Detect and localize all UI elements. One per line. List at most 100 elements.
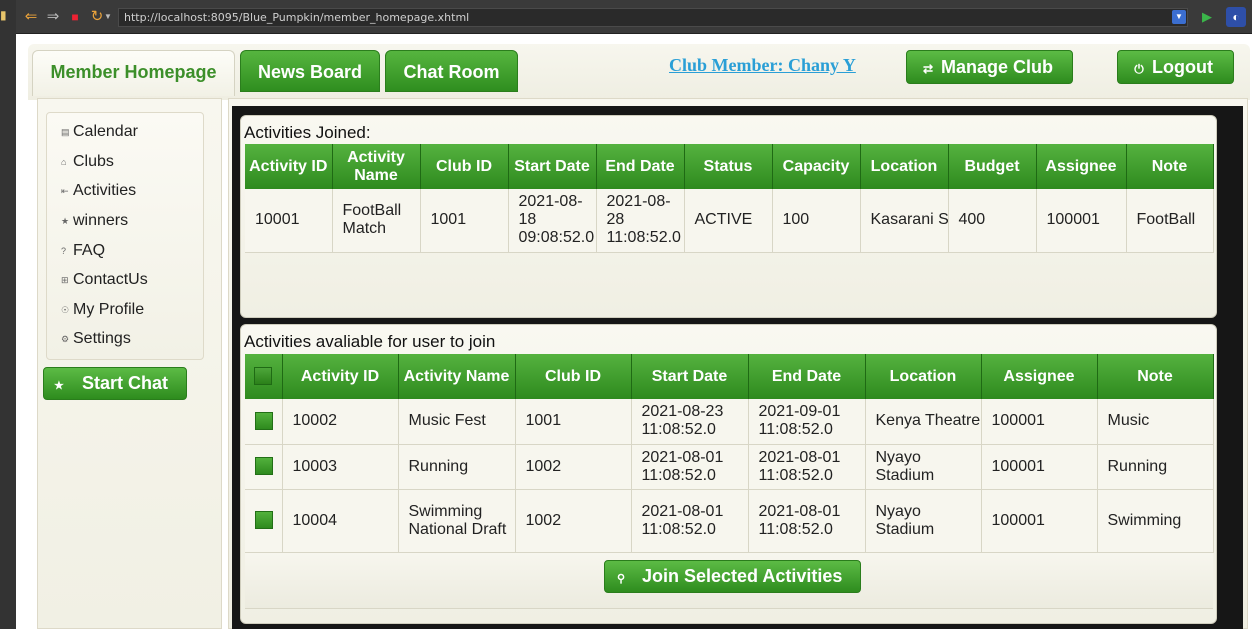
table-cell: 10003 xyxy=(282,444,399,490)
question-icon: ? xyxy=(61,246,67,256)
sidebar: ▤ Calendar ⌂ Clubs ⇤ Activities ★ winners ? F… xyxy=(37,98,222,629)
column-header: Budget xyxy=(948,144,1037,189)
activities-joined-table: Activity ID Activity Name Club ID Start … xyxy=(245,144,1214,253)
swap-icon: ⇄ xyxy=(922,62,934,76)
sidebar-item-label: Activities xyxy=(73,182,137,200)
row-select-cell xyxy=(245,489,283,553)
sidebar-item-calendar[interactable]: ▤ Calendar xyxy=(61,121,138,143)
sidebar-item-label: Settings xyxy=(73,330,131,348)
table-row: 10003 Running 1002 2021-08-01 11:08:52.0… xyxy=(245,444,1214,490)
table-cell: 2021-08-23 11:08:52.0 xyxy=(631,399,749,445)
sidebar-item-label: My Profile xyxy=(73,301,145,319)
table-cell: 2021-08-01 11:08:52.0 xyxy=(631,489,749,553)
url-dropdown-icon[interactable]: ▼ xyxy=(1172,10,1186,24)
select-all-checkbox[interactable] xyxy=(254,367,273,386)
browser-toolbar: ▮ ⇐ ⇒ ■ ↻ ▼ http://localhost:8095/Blue_P… xyxy=(0,0,1252,629)
table-cell: Music xyxy=(1097,399,1214,445)
gear-icon: ⚙ xyxy=(61,334,70,344)
tab-member-homepage[interactable]: Member Homepage xyxy=(32,50,235,96)
column-header: Assignee xyxy=(981,354,1098,399)
table-cell: Nyayo Stadium xyxy=(865,489,982,553)
url-input[interactable]: http://localhost:8095/Blue_Pumpkin/membe… xyxy=(118,8,1188,27)
club-member-link[interactable]: Club Member: Chany Y xyxy=(669,55,856,76)
star-icon: ★ xyxy=(54,380,64,392)
sidebar-item-clubs[interactable]: ⌂ Clubs xyxy=(61,151,114,173)
table-cell: Swimming xyxy=(1097,489,1214,553)
go-icon[interactable]: ▶ xyxy=(1199,8,1215,26)
table-cell: 100001 xyxy=(1036,189,1127,253)
table-cell: FootBall xyxy=(1126,189,1214,253)
column-header: Note xyxy=(1126,144,1214,189)
column-header: Start Date xyxy=(631,354,749,399)
table-cell: 100001 xyxy=(981,489,1098,553)
sidebar-item-label: ContactUs xyxy=(73,271,148,289)
column-header: Assignee xyxy=(1036,144,1127,189)
eclipse-icon[interactable]: ◐ xyxy=(1226,7,1246,27)
table-row: 10002 Music Fest 1001 2021-08-23 11:08:5… xyxy=(245,399,1214,445)
table-cell: Kenya Theatre xyxy=(865,399,982,445)
table-cell: 100 xyxy=(772,189,861,253)
start-chat-button[interactable]: ★ Start Chat xyxy=(43,367,187,400)
activities-joined-title: Activities Joined: xyxy=(244,123,371,142)
activity-icon: ⇤ xyxy=(61,186,69,196)
table-cell: ACTIVE xyxy=(684,189,773,253)
sidebar-item-my-profile[interactable]: ☉ My Profile xyxy=(61,299,144,321)
table-cell: 2021-08-01 11:08:52.0 xyxy=(631,444,749,490)
column-header: End Date xyxy=(748,354,866,399)
table-cell: 2021-08-01 11:08:52.0 xyxy=(748,444,866,490)
contact-icon: ⊞ xyxy=(61,275,69,285)
table-cell: Running xyxy=(398,444,516,490)
column-header: Note xyxy=(1097,354,1214,399)
tab-chat-room[interactable]: Chat Room xyxy=(385,50,518,92)
table-cell: 2021-08-01 11:08:52.0 xyxy=(748,489,866,553)
back-arrow-icon[interactable]: ⇐ xyxy=(22,8,40,26)
sidebar-item-activities[interactable]: ⇤ Activities xyxy=(61,180,136,202)
activities-available-panel: Activities avaliable for user to join Ac… xyxy=(240,324,1217,624)
logout-button[interactable]: ⏻ Logout xyxy=(1117,50,1234,84)
logout-label: Logout xyxy=(1152,57,1213,77)
join-selected-label: Join Selected Activities xyxy=(642,566,843,586)
table-cell: Kasarani Stadium,Nairobi xyxy=(860,189,949,253)
table-cell: FootBall Match xyxy=(332,189,421,253)
row-checkbox[interactable] xyxy=(255,412,273,431)
sidebar-item-label: FAQ xyxy=(73,242,106,260)
row-checkbox[interactable] xyxy=(255,511,273,530)
manage-club-label: Manage Club xyxy=(941,57,1054,77)
row-select-cell xyxy=(245,399,283,445)
table-cell: 10004 xyxy=(282,489,399,553)
table-cell: 400 xyxy=(948,189,1037,253)
table-row: 10004 Swimming National Draft 1002 2021-… xyxy=(245,489,1214,553)
sidebar-item-contactus[interactable]: ⊞ ContactUs xyxy=(61,269,148,291)
column-header: Activity Name xyxy=(332,144,421,189)
browser-side-strip xyxy=(0,0,16,629)
start-chat-label: Start Chat xyxy=(82,373,169,393)
sidebar-item-settings[interactable]: ⚙ Settings xyxy=(61,328,131,350)
sidebar-item-faq[interactable]: ? FAQ xyxy=(61,240,105,262)
column-header: Location xyxy=(860,144,949,189)
table-header-row: Activity ID Activity Name Club ID Start … xyxy=(245,354,1214,399)
table-header-row: Activity ID Activity Name Club ID Start … xyxy=(245,144,1214,189)
manage-club-button[interactable]: ⇄ Manage Club xyxy=(906,50,1073,84)
table-cell: 1001 xyxy=(420,189,509,253)
tab-news-board[interactable]: News Board xyxy=(240,50,380,92)
row-checkbox[interactable] xyxy=(255,457,273,476)
chevron-down-icon[interactable]: ▼ xyxy=(104,8,112,26)
select-all-cell xyxy=(245,354,283,399)
table-cell: 1001 xyxy=(515,399,632,445)
join-selected-activities-button[interactable]: ⚲ Join Selected Activities xyxy=(604,560,861,593)
folder-icon[interactable]: ▮ xyxy=(0,9,10,21)
activities-joined-panel: Activities Joined: Activity ID Activity … xyxy=(240,115,1217,318)
stop-icon[interactable]: ■ xyxy=(66,8,84,26)
sidebar-item-winners[interactable]: ★ winners xyxy=(61,210,128,232)
user-icon: ☉ xyxy=(61,305,70,315)
forward-arrow-icon[interactable]: ⇒ xyxy=(44,8,62,26)
column-header: End Date xyxy=(596,144,685,189)
calendar-icon: ▤ xyxy=(61,127,70,137)
sidebar-menu: ▤ Calendar ⌂ Clubs ⇤ Activities ★ winners ? F… xyxy=(46,112,204,360)
table-cell: 2021-09-01 11:08:52.0 xyxy=(748,399,866,445)
table-footer: ⚲ Join Selected Activities xyxy=(245,553,1213,609)
search-icon: ⚲ xyxy=(617,573,626,585)
column-header: Start Date xyxy=(508,144,597,189)
column-header: Club ID xyxy=(515,354,632,399)
column-header: Activity ID xyxy=(245,144,333,189)
